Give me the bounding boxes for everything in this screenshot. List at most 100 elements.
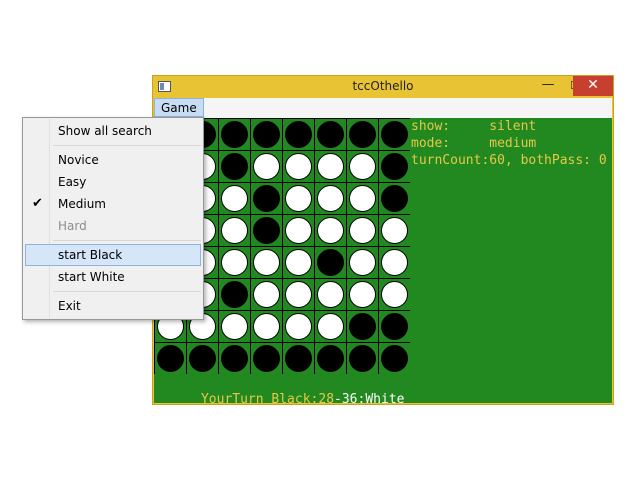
board-cell[interactable] [379, 183, 410, 214]
white-piece [285, 185, 312, 212]
app-window: tccOthello — ☐ ✕ Game show: silent mode:… [152, 75, 614, 407]
board-cell[interactable] [219, 119, 250, 150]
menu-item-label: Hard [58, 219, 87, 233]
board-cell[interactable] [379, 247, 410, 278]
black-piece [253, 121, 280, 148]
black-piece [349, 345, 376, 372]
white-piece [221, 313, 248, 340]
white-piece [349, 185, 376, 212]
white-piece [381, 217, 408, 244]
board-cell[interactable] [219, 151, 250, 182]
black-piece [189, 345, 216, 372]
menu-item-hard: Hard [25, 215, 201, 237]
board-cell[interactable] [379, 215, 410, 246]
menu-bar: Game [154, 98, 612, 118]
board-cell[interactable] [251, 279, 282, 310]
board-cell[interactable] [315, 279, 346, 310]
board-cell[interactable] [315, 247, 346, 278]
board-cell[interactable] [219, 279, 250, 310]
board-cell[interactable] [283, 119, 314, 150]
menu-item-exit[interactable]: Exit [25, 295, 201, 317]
menu-item-easy[interactable]: Easy [25, 171, 201, 193]
black-piece [317, 121, 344, 148]
board-cell[interactable] [315, 311, 346, 342]
board-cell[interactable] [251, 119, 282, 150]
board-cell[interactable] [219, 343, 250, 374]
board-cell[interactable] [315, 183, 346, 214]
black-piece [221, 121, 248, 148]
board-cell[interactable] [315, 119, 346, 150]
board-cell[interactable] [251, 183, 282, 214]
board-cell[interactable] [347, 151, 378, 182]
board-cell[interactable] [283, 343, 314, 374]
board-cell[interactable] [251, 343, 282, 374]
board-cell[interactable] [379, 311, 410, 342]
menu-item-start-black[interactable]: start Black [25, 244, 201, 266]
board-cell[interactable] [283, 215, 314, 246]
board-cell[interactable] [347, 247, 378, 278]
board-cell[interactable] [315, 215, 346, 246]
board-cell[interactable] [219, 311, 250, 342]
board-cell[interactable] [219, 183, 250, 214]
board-cell[interactable] [315, 151, 346, 182]
board-cell[interactable] [347, 343, 378, 374]
black-piece [253, 217, 280, 244]
board-cell[interactable] [283, 247, 314, 278]
minimize-button[interactable]: — [535, 76, 561, 96]
status-separator: - [334, 392, 342, 407]
board-cell[interactable] [251, 311, 282, 342]
board-cell[interactable] [251, 215, 282, 246]
black-piece [349, 121, 376, 148]
black-piece [221, 281, 248, 308]
board-cell[interactable] [187, 343, 218, 374]
black-piece [157, 345, 184, 372]
board-cell[interactable] [347, 183, 378, 214]
board-cell[interactable] [283, 279, 314, 310]
board-cell[interactable] [347, 215, 378, 246]
board-cell[interactable] [251, 151, 282, 182]
board-cell[interactable] [379, 279, 410, 310]
white-piece [381, 281, 408, 308]
board-cell[interactable] [251, 247, 282, 278]
white-piece [253, 313, 280, 340]
black-piece [253, 185, 280, 212]
menu-item-label: start White [58, 270, 125, 284]
menu-game[interactable]: Game [154, 98, 204, 117]
board-cell[interactable] [315, 343, 346, 374]
menu-item-label: Easy [58, 175, 87, 189]
white-piece [285, 313, 312, 340]
board-cell[interactable] [155, 343, 186, 374]
menu-item-start-white[interactable]: start White [25, 266, 201, 288]
title-bar[interactable]: tccOthello — ☐ ✕ [153, 76, 613, 98]
menu-item-medium[interactable]: ✔ Medium [25, 193, 201, 215]
close-button[interactable]: ✕ [573, 76, 613, 96]
board-cell[interactable] [379, 343, 410, 374]
board-cell[interactable] [283, 151, 314, 182]
white-piece [317, 281, 344, 308]
board-cell[interactable] [219, 215, 250, 246]
game-menu-dropdown: Show all search Novice Easy ✔ Medium Har… [22, 117, 204, 320]
white-piece [253, 153, 280, 180]
menu-item-novice[interactable]: Novice [25, 149, 201, 171]
board-cell[interactable] [347, 119, 378, 150]
board-cell[interactable] [219, 247, 250, 278]
white-count: 36 [341, 392, 358, 407]
menu-item-show-all-search[interactable]: Show all search [25, 120, 201, 142]
white-piece [317, 185, 344, 212]
board-cell[interactable] [379, 119, 410, 150]
white-piece [221, 185, 248, 212]
white-piece [349, 153, 376, 180]
board-cell[interactable] [283, 183, 314, 214]
turn-count-line: turnCount:60, bothPass: 0 [411, 153, 607, 168]
black-piece [381, 153, 408, 180]
menu-item-label: Show all search [58, 124, 152, 138]
black-piece [317, 345, 344, 372]
white-piece [317, 313, 344, 340]
white-piece [317, 153, 344, 180]
board-cell[interactable] [347, 311, 378, 342]
board-cell[interactable] [283, 311, 314, 342]
menu-item-label: Novice [58, 153, 99, 167]
black-piece [285, 345, 312, 372]
board-cell[interactable] [347, 279, 378, 310]
board-cell[interactable] [379, 151, 410, 182]
